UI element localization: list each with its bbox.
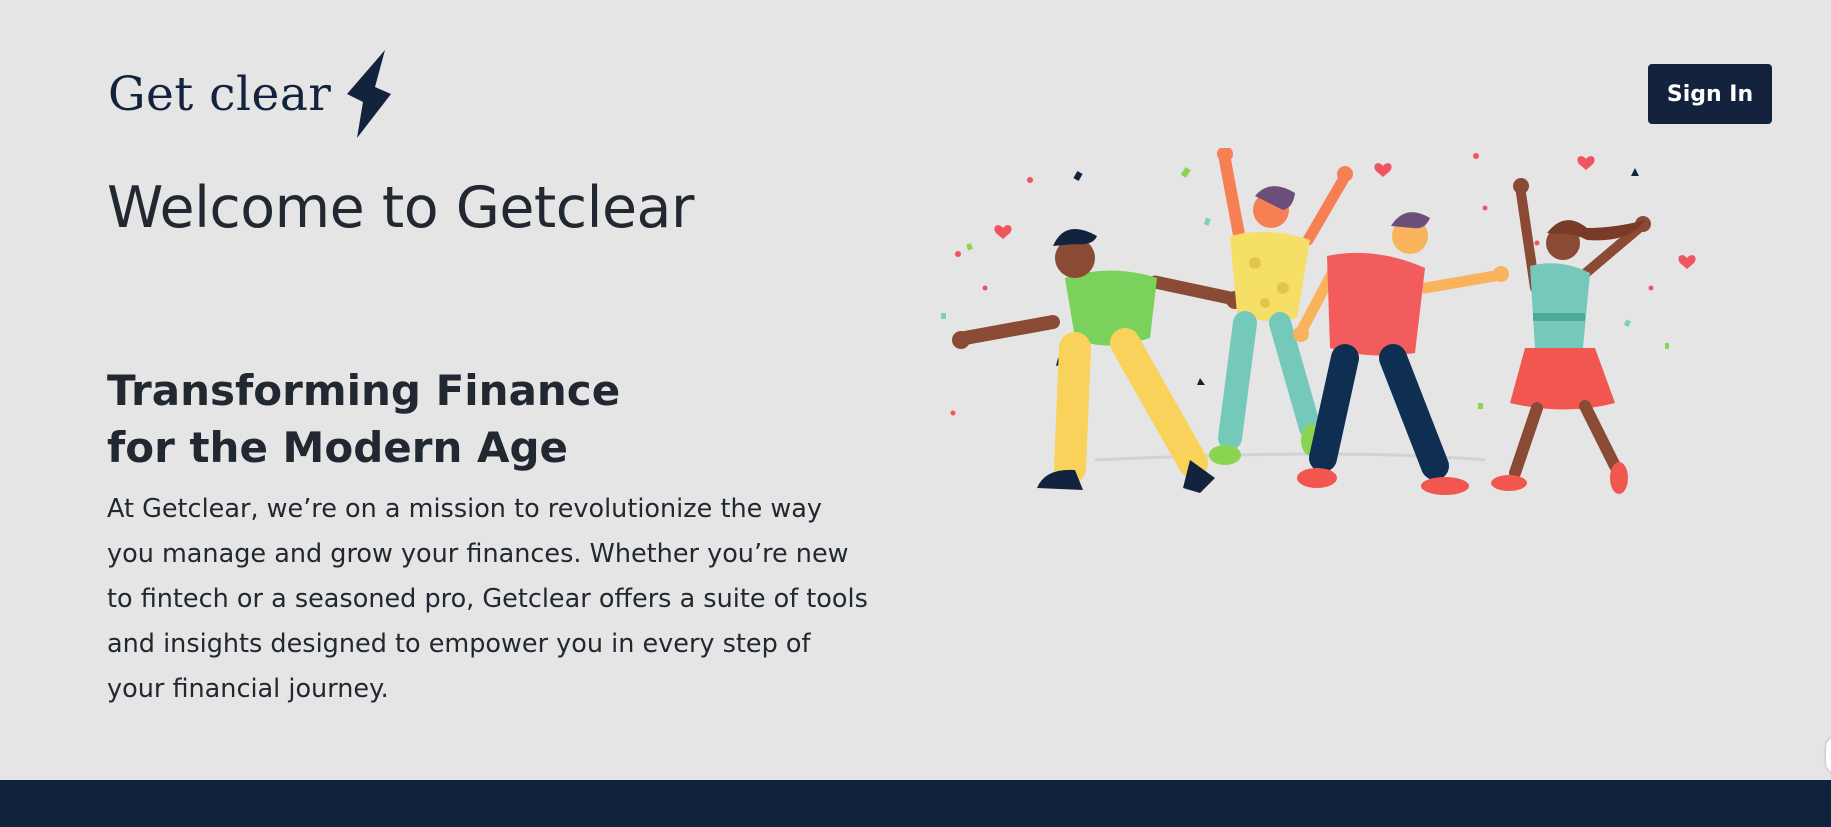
hero-description: At Getclear, we’re on a mission to revol… — [107, 487, 907, 712]
description-line: to fintech or a seasoned pro, Getclear o… — [107, 584, 868, 614]
dancer-red-shirt — [1293, 212, 1509, 495]
dancing-people-illustration — [941, 148, 1696, 495]
site-header: Get clear Sign In — [0, 0, 1831, 140]
dancer-green-shirt — [952, 228, 1244, 493]
hero-tagline-line-2: for the Modern Age — [107, 423, 569, 472]
description-line: you manage and grow your finances. Wheth… — [107, 539, 849, 569]
chat-widget-handle[interactable] — [1826, 736, 1831, 774]
sign-in-button[interactable]: Sign In — [1648, 64, 1772, 124]
description-line: and insights designed to empower you in … — [107, 629, 811, 659]
brand-logo[interactable]: Get clear — [108, 50, 393, 138]
hero-tagline-line-1: Transforming Finance — [107, 366, 621, 415]
footer-bar — [0, 780, 1831, 827]
dancer-teal-top — [1491, 178, 1651, 494]
hero-tagline: Transforming Finance for the Modern Age — [107, 362, 807, 476]
page-title: Welcome to Getclear — [107, 175, 694, 241]
description-line: your financial journey. — [107, 674, 389, 704]
description-line: At Getclear, we’re on a mission to revol… — [107, 494, 822, 524]
brand-name: Get clear — [108, 66, 332, 122]
lightning-bolt-icon — [347, 50, 392, 138]
